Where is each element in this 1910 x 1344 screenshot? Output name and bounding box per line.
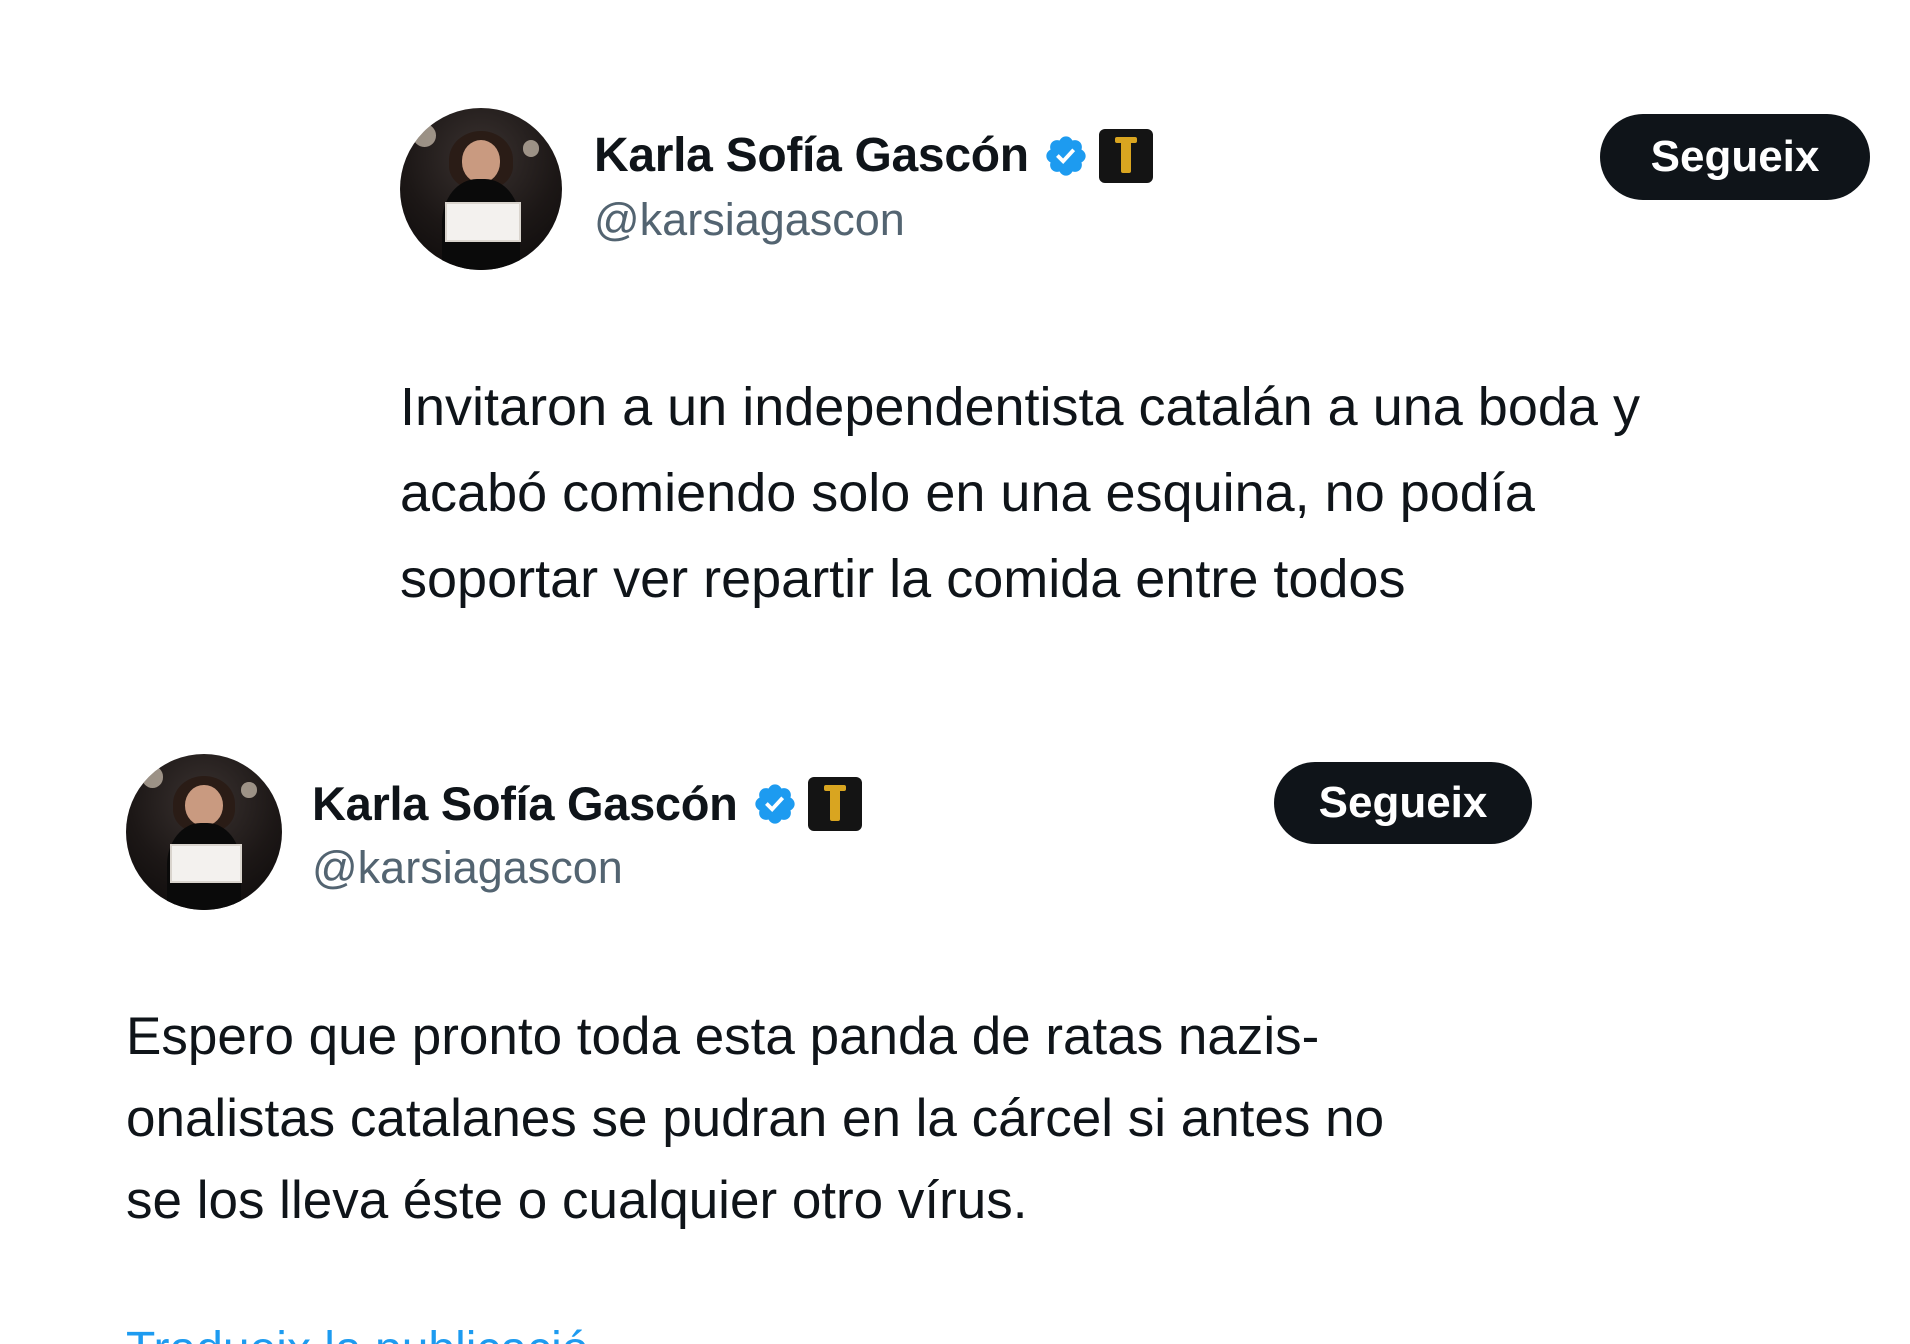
tweet-text-line: onalistas catalanes se pudran en la cárc… [126, 1089, 1385, 1148]
author-name[interactable]: Karla Sofía Gascón [312, 776, 738, 831]
affiliate-badge-icon [807, 776, 862, 831]
tweet-text: Espero que pronto toda esta panda de rat… [126, 996, 1384, 1242]
tweet-text-line: soportar ver repartir la comida entre to… [400, 549, 1406, 609]
translate-post-link[interactable]: Tradueix la publicació [126, 1322, 588, 1344]
verified-badge-icon [1046, 135, 1086, 176]
tweet-text: Invitaron a un independentista catalán a… [400, 364, 1640, 622]
avatar[interactable] [126, 754, 282, 910]
tweet-text-line: se los lleva éste o cualquier otro vírus… [126, 1171, 1028, 1230]
affiliate-badge-icon [1098, 128, 1153, 183]
author-row: Karla Sofía Gascón [594, 128, 1153, 183]
author-handle[interactable]: @karsiagascon [594, 194, 905, 246]
tweet-card: Karla Sofía Gascón @karsiagascon Segueix… [126, 754, 1556, 1344]
tweet-text-line: acabó comiendo solo en una esquina, no p… [400, 463, 1535, 523]
tweet-card: Karla Sofía Gascón @karsiagascon Segueix… [400, 108, 1870, 628]
tweet-text-line: Invitaron a un independentista catalán a… [400, 377, 1640, 437]
avatar[interactable] [400, 108, 562, 270]
author-name[interactable]: Karla Sofía Gascón [594, 128, 1029, 183]
follow-button[interactable]: Segueix [1600, 114, 1870, 200]
tweet-text-line: Espero que pronto toda esta panda de rat… [126, 1007, 1320, 1066]
author-row: Karla Sofía Gascón [312, 776, 862, 831]
verified-badge-icon [754, 783, 795, 824]
author-handle[interactable]: @karsiagascon [312, 842, 623, 894]
follow-button[interactable]: Segueix [1274, 762, 1532, 844]
screenshot-canvas: Karla Sofía Gascón @karsiagascon Segueix… [0, 0, 1910, 1344]
